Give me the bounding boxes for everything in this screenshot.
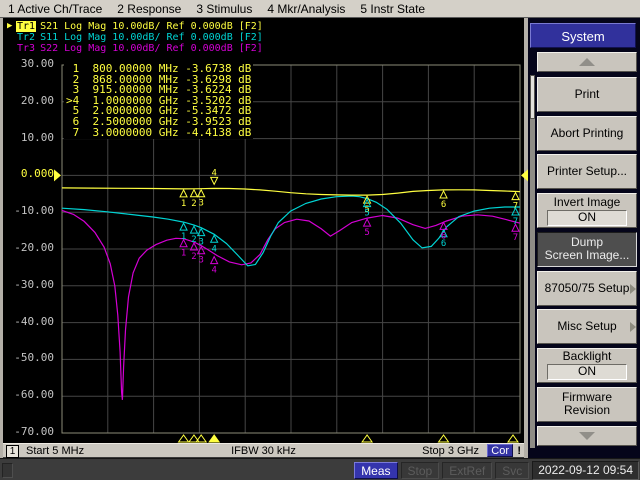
trace-status-tr2[interactable]: ▶Tr2S11 Log Mag 10.00dB/ Ref 0.000dB [F2…: [7, 32, 263, 43]
up-triangle-icon: [579, 58, 595, 66]
softkey-misc-setup[interactable]: Misc Setup: [537, 309, 637, 344]
softkey-label: 87050/75 Setup: [545, 282, 630, 295]
trace-definition-label: S22 Log Mag 10.00dB/ Ref 0.000dB [F2]: [40, 43, 263, 54]
submenu-arrow-icon: [630, 284, 636, 294]
trace-definition-label: S21 Log Mag 10.00dB/ Ref 0.000dB [F2]: [40, 21, 263, 32]
menu-item-2[interactable]: 2 Response: [117, 2, 181, 16]
softkey-label: Print: [575, 88, 600, 101]
menu-item-4[interactable]: 4 Mkr/Analysis: [267, 2, 345, 16]
softkey-scrollbar[interactable]: [530, 75, 535, 448]
y-axis-label: -40.00: [2, 316, 54, 328]
warning-indicator: !: [517, 445, 521, 457]
stop-frequency-label: Stop 3 GHz: [422, 445, 479, 457]
correction-status-badge: Cor: [487, 444, 513, 457]
menu-item-3[interactable]: 3 Stimulus: [196, 2, 252, 16]
menu-item-5[interactable]: 5 Instr State: [360, 2, 425, 16]
softkey-firmware-revision[interactable]: FirmwareRevision: [537, 387, 637, 422]
softkey-label: Invert Image: [554, 196, 621, 209]
softkey-label: Printer Setup...: [547, 165, 627, 178]
datetime-display: 2022-09-12 09:54: [532, 461, 639, 480]
y-axis-label: -60.00: [2, 389, 54, 401]
stop-status-indicator: Stop: [401, 462, 440, 479]
status-bar: Meas Stop ExtRef Svc 2022-09-12 09:54: [0, 458, 640, 480]
softkey-label: Misc Setup: [557, 320, 616, 333]
y-axis-label: 0.000: [2, 168, 54, 180]
y-axis-label: -70.00: [2, 426, 54, 438]
softkey-87050-75-setup[interactable]: 87050/75 Setup: [537, 271, 637, 306]
softkey-abort-printing[interactable]: Abort Printing: [537, 116, 637, 151]
trace-definition-label: S11 Log Mag 10.00dB/ Ref 0.000dB [F2]: [40, 32, 263, 43]
softkey-backlight[interactable]: BacklightON: [537, 348, 637, 383]
down-triangle-icon: [579, 432, 595, 440]
trace-name-label: Tr3: [16, 43, 36, 54]
marker-table: 1 800.00000 MHz -3.6738 dB 2 868.00000 M…: [64, 63, 253, 139]
menu-item-1[interactable]: 1 Active Ch/Trace: [8, 2, 102, 16]
softkey-panel: System Print Abort Printing Printer Setup.…: [528, 18, 640, 458]
trace-name-label: Tr2: [16, 32, 36, 43]
softkey-print[interactable]: Print: [537, 77, 637, 112]
stimulus-bar: 1 Start 5 MHz IFBW 30 kHz Stop 3 GHz Cor…: [3, 443, 524, 458]
trace-status-tr3[interactable]: ▶Tr3S22 Log Mag 10.00dB/ Ref 0.000dB [F2…: [7, 43, 263, 54]
softkey-label: Screen Image...: [545, 249, 630, 262]
softkey-label: Backlight: [563, 350, 612, 363]
submenu-arrow-icon: [630, 322, 636, 332]
meas-status-indicator: Meas: [354, 462, 397, 479]
softkey-toggle-state: ON: [547, 364, 627, 380]
softkey-label: Revision: [564, 404, 610, 417]
y-axis-label: 30.00: [2, 58, 54, 70]
y-axis-label: -30.00: [2, 279, 54, 291]
extref-status-indicator: ExtRef: [442, 462, 492, 479]
trace-status-list: ▶Tr1 S21 Log Mag 10.00dB/ Ref 0.000dB [F2…: [7, 21, 263, 54]
y-axis-label: -50.00: [2, 352, 54, 364]
active-trace-arrow: ▶: [7, 21, 16, 32]
softkey-label: Abort Printing: [551, 127, 624, 140]
y-axis-label: -10.00: [2, 205, 54, 217]
trace-name-label: Tr1: [16, 21, 36, 32]
status-left-cell: [2, 463, 13, 478]
softkey-menu-title: System: [530, 23, 636, 48]
softkey-scroll-up-button[interactable]: [537, 52, 637, 72]
y-axis-label: 10.00: [2, 132, 54, 144]
softkey-toggle-state: ON: [547, 210, 627, 226]
y-axis-label: 20.00: [2, 95, 54, 107]
marker-table-row-7: 7 3.0000000 GHz -4.4138 dB: [66, 128, 251, 139]
softkey-dump-screen-image[interactable]: DumpScreen Image...: [537, 232, 637, 267]
status-indicators: Meas Stop ExtRef Svc 2022-09-12 09:54: [354, 461, 639, 480]
svc-status-indicator: Svc: [495, 462, 529, 479]
y-axis-label: -20.00: [2, 242, 54, 254]
menu-bar: 1 Active Ch/Trace 2 Response 3 Stimulus 4 M…: [0, 0, 640, 18]
softkey-invert-image[interactable]: Invert ImageON: [537, 193, 637, 228]
softkey-scroll-down-button[interactable]: [537, 426, 637, 446]
softkey-scrollbar-thumb[interactable]: [530, 75, 535, 119]
trace-status-tr1[interactable]: ▶Tr1 S21 Log Mag 10.00dB/ Ref 0.000dB [F2…: [7, 21, 263, 32]
softkey-printer-setup[interactable]: Printer Setup...: [537, 154, 637, 189]
